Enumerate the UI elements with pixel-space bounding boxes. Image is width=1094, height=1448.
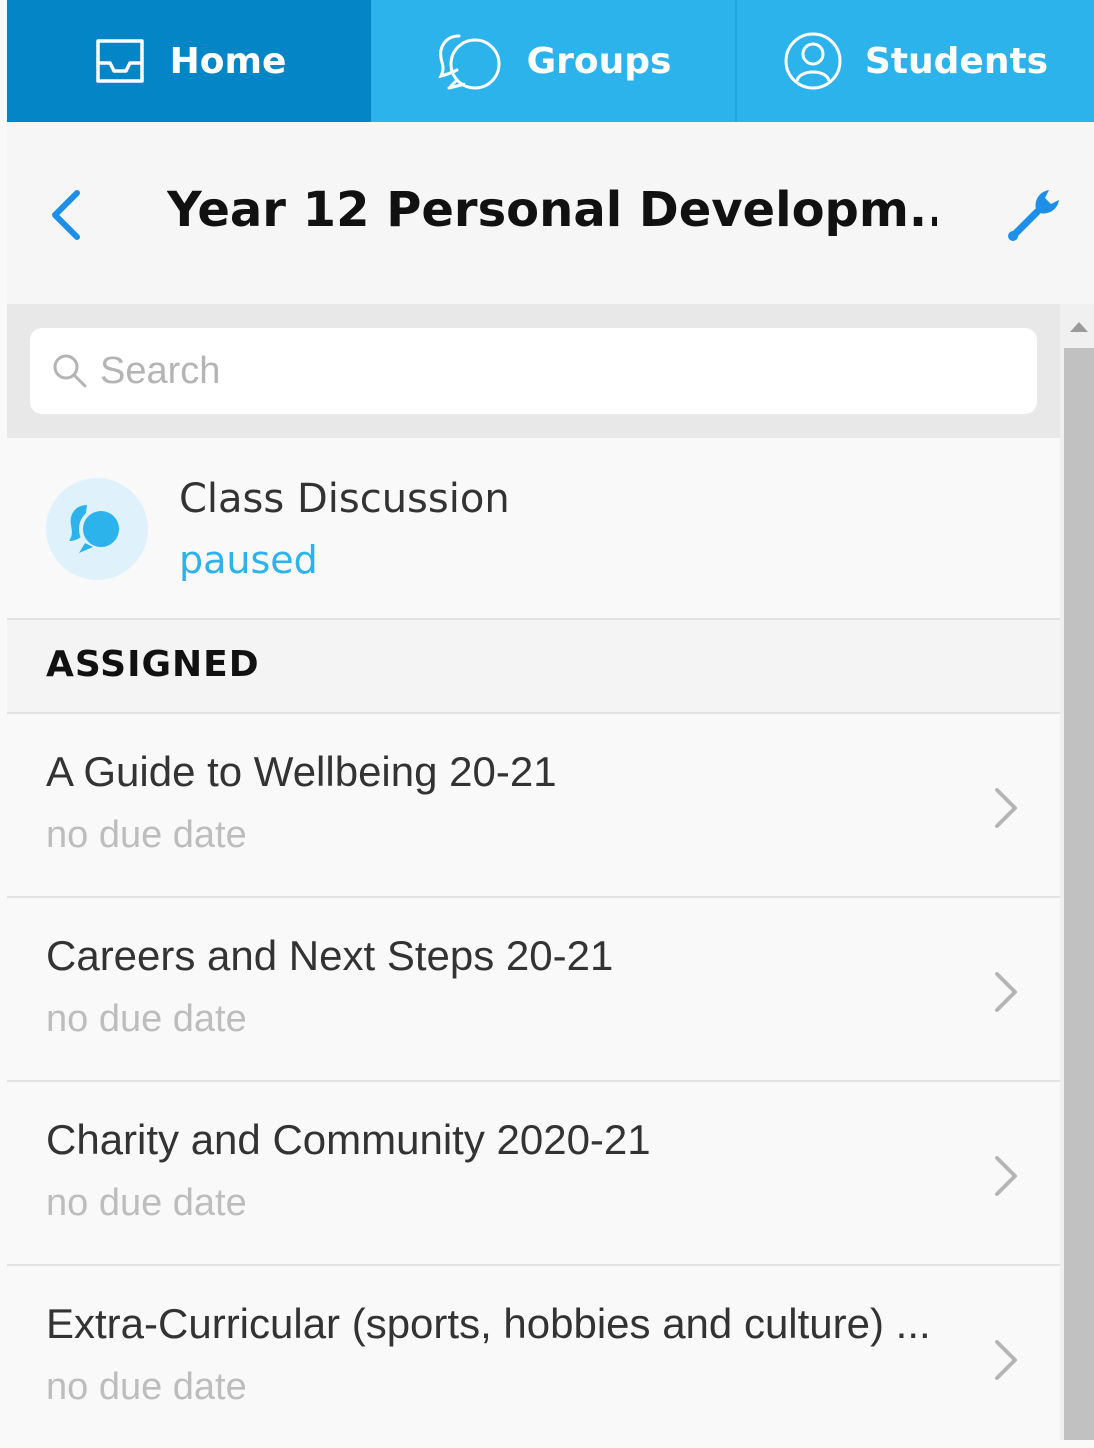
tab-groups-label: Groups: [526, 40, 672, 82]
chat-bubbles-icon: [435, 30, 505, 92]
discussion-title: Class Discussion: [179, 476, 510, 522]
section-header-assigned: ASSIGNED: [7, 620, 1060, 714]
item-name: Charity and Community 2020-21: [46, 1116, 651, 1163]
back-button[interactable]: [45, 185, 85, 245]
tab-students-label: Students: [864, 40, 1049, 82]
discussion-icon: [46, 478, 148, 580]
item-due-date: no due date: [46, 998, 247, 1040]
search-icon: [52, 353, 88, 389]
tab-groups[interactable]: Groups: [371, 0, 737, 122]
chevron-left-icon: [52, 190, 80, 240]
wrench-icon: [1008, 190, 1059, 241]
chevron-right-icon: [995, 788, 1017, 828]
item-name: Careers and Next Steps 20-21: [46, 932, 614, 979]
discussion-status: paused: [179, 538, 318, 582]
tab-home[interactable]: Home: [7, 0, 371, 122]
item-name: Extra-Curricular (sports, hobbies and cu…: [46, 1300, 931, 1347]
search-box[interactable]: [30, 328, 1037, 414]
page-title: Year 12 Personal Developm...: [167, 182, 937, 238]
scrollbar[interactable]: [1060, 304, 1094, 1440]
list-item[interactable]: Charity and Community 2020-21 no due dat…: [7, 1082, 1060, 1266]
search-bar: [7, 304, 1060, 438]
chevron-right-icon: [995, 1156, 1017, 1196]
scroll-up-arrow-icon[interactable]: [1070, 322, 1088, 332]
inbox-icon: [92, 37, 148, 85]
list-item[interactable]: A Guide to Wellbeing 20-21 no due date: [7, 714, 1060, 898]
class-discussion-row[interactable]: Class Discussion paused: [7, 438, 1060, 620]
tab-students[interactable]: Students: [737, 0, 1094, 122]
item-name: A Guide to Wellbeing 20-21: [46, 748, 557, 795]
item-due-date: no due date: [46, 814, 247, 856]
chevron-right-icon: [995, 1340, 1017, 1380]
tab-bar: Home Groups Students: [7, 0, 1094, 122]
page-header: Year 12 Personal Developm...: [7, 122, 1094, 304]
list-item[interactable]: Careers and Next Steps 20-21 no due date: [7, 898, 1060, 1082]
settings-button[interactable]: [1003, 184, 1065, 246]
user-circle-icon: [783, 31, 843, 91]
tab-home-label: Home: [169, 40, 287, 82]
scrollbar-thumb[interactable]: [1064, 348, 1094, 1440]
section-label: ASSIGNED: [46, 644, 260, 685]
item-due-date: no due date: [46, 1366, 247, 1408]
search-input[interactable]: [98, 348, 1002, 394]
list-item[interactable]: Extra-Curricular (sports, hobbies and cu…: [7, 1266, 1060, 1448]
chevron-right-icon: [995, 972, 1017, 1012]
item-due-date: no due date: [46, 1182, 247, 1224]
